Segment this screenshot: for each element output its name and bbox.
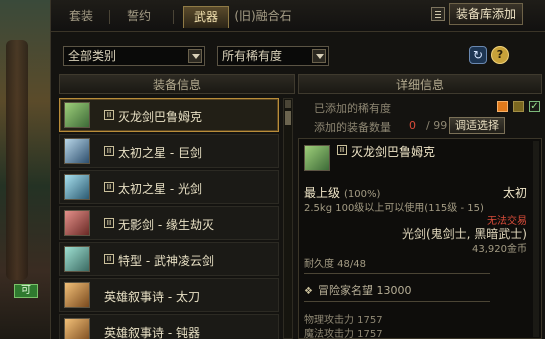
fame-icon: ❖ [304, 286, 313, 297]
equipment-list-title: 装备信息 [59, 74, 295, 94]
list-item[interactable]: 英雄叙事诗 - 钝器 [59, 314, 279, 339]
divider [304, 273, 490, 274]
weapon-thumbnail [64, 102, 90, 128]
tab-weapon[interactable]: 武器 [183, 6, 229, 28]
tier-tag: Ⅲ [104, 182, 114, 192]
item-tooltip: Ⅲ 灭龙剑巴鲁姆克 最上级 (100%) 太初 2.5kg 100级以上可以使用(… [298, 138, 542, 339]
added-count-row: 添加的装备数量 0 / 99 调适选择 [298, 116, 542, 136]
grade-label: 最上级 [304, 186, 341, 200]
item-name: 无影剑 - 缘生劫灭 [118, 218, 214, 232]
list-item[interactable]: Ⅲ 无影剑 - 缘生劫灭 [59, 206, 279, 240]
weapon-thumbnail [64, 138, 90, 164]
added-count-value: 0 [409, 119, 416, 132]
chevron-down-icon[interactable] [188, 49, 202, 63]
tier-tag: Ⅲ [337, 145, 347, 155]
help-icon[interactable]: ? [491, 46, 509, 64]
list-item[interactable]: Ⅲ 灭龙剑巴鲁姆克 [59, 98, 279, 132]
item-name: 太初之星 - 光剑 [118, 182, 202, 196]
tier-tag: Ⅲ [104, 146, 114, 156]
tier-tag: Ⅲ [104, 254, 114, 264]
added-rarity-row: 已添加的稀有度 ✓ [298, 98, 542, 116]
list-item[interactable]: Ⅲ 太初之星 - 光剑 [59, 170, 279, 204]
tab-divider [109, 10, 110, 24]
tab-divider [173, 10, 174, 24]
refresh-icon[interactable]: ↻ [469, 46, 487, 64]
equipment-library-window: 套装 誓约 武器 (旧)融合石 装备库添加 全部类别 所有稀有度 ↻ ? 装备信… [50, 0, 545, 339]
sell-price: 43,920金币 [472, 244, 527, 255]
category-select-value: 全部类别 [68, 49, 117, 63]
weight-level-text: 2.5kg 100级以上可以使用(115级 - 15) [304, 203, 484, 214]
add-to-library-button[interactable]: 装备库添加 [449, 3, 523, 25]
item-name: 太初之星 - 巨剑 [118, 146, 202, 160]
detail-scrollbar[interactable] [533, 141, 539, 337]
magic-attack: 魔法攻击力 1757 [304, 329, 383, 339]
rarity-orange-checkbox[interactable] [497, 101, 508, 112]
detail-panel: 详细信息 已添加的稀有度 ✓ 添加的装备数量 0 / 99 调适选择 Ⅲ 灭龙剑… [298, 74, 542, 339]
scroll-up-arrow-icon[interactable] [285, 100, 291, 108]
filter-row: 全部类别 所有稀有度 ↻ ? [51, 32, 545, 72]
detail-item-name: 灭龙剑巴鲁姆克 [351, 145, 436, 159]
tier-tag: Ⅲ [104, 110, 114, 120]
rarity-select-value: 所有稀有度 [222, 49, 283, 63]
added-count-label: 添加的装备数量 [314, 121, 391, 134]
list-item[interactable]: Ⅲ 太初之星 - 巨剑 [59, 134, 279, 168]
set-name: 太初 [502, 186, 527, 200]
added-rarity-label: 已添加的稀有度 [314, 102, 391, 115]
rarity-olive-checkbox[interactable] [513, 101, 524, 112]
list-item[interactable]: Ⅲ 特型 - 武神凌云剑 [59, 242, 279, 276]
physical-attack: 物理攻击力 1757 [304, 315, 383, 326]
tab-fusion-stone[interactable]: (旧)融合石 [231, 6, 295, 28]
rarity-select[interactable]: 所有稀有度 [217, 46, 329, 66]
durability: 耐久度 48/48 [304, 259, 366, 270]
fame-value: 冒险家名望 13000 [318, 284, 412, 297]
adjust-selection-button[interactable]: 调适选择 [449, 117, 505, 134]
weapon-thumbnail [64, 210, 90, 236]
tree-trunk-decoration [6, 40, 28, 280]
list-item[interactable]: 英雄叙事诗 - 太刀 [59, 278, 279, 312]
tier-tag: Ⅲ [104, 218, 114, 228]
category-select[interactable]: 全部类别 [63, 46, 205, 66]
item-name: 特型 - 武神凌云剑 [118, 254, 214, 268]
list-scrollbar[interactable] [283, 98, 293, 339]
fame-row: ❖ 冒险家名望 13000 [304, 282, 412, 298]
added-count-max: / 99 [426, 119, 448, 132]
equipment-list: Ⅲ 灭龙剑巴鲁姆克 Ⅲ 太初之星 - 巨剑 Ⅲ 太初之星 - 光剑 Ⅲ 无影剑 … [59, 98, 281, 339]
chevron-down-icon[interactable] [312, 49, 326, 63]
detail-panel-title: 详细信息 [298, 74, 542, 94]
check-icon[interactable]: ✓ [529, 101, 540, 112]
item-name: 英雄叙事诗 - 钝器 [104, 326, 200, 339]
tab-oath[interactable]: 誓约 [117, 6, 161, 28]
list-menu-icon[interactable] [431, 7, 445, 21]
tab-set[interactable]: 套装 [59, 6, 103, 28]
scroll-thumb[interactable] [285, 111, 291, 125]
item-name: 灭龙剑巴鲁姆克 [118, 110, 203, 124]
weapon-thumbnail [64, 282, 90, 308]
weapon-thumbnail [64, 246, 90, 272]
equipment-list-panel: 装备信息 Ⅲ 灭龙剑巴鲁姆克 Ⅲ 太初之星 - 巨剑 Ⅲ 太初之星 - 光剑 Ⅲ… [59, 74, 295, 339]
tab-bar: 套装 誓约 武器 (旧)融合石 装备库添加 [51, 0, 545, 32]
weapon-thumbnail [64, 174, 90, 200]
weapon-thumbnail [64, 318, 90, 339]
side-badge[interactable]: 可 [14, 284, 38, 298]
background-scenery: 可 [0, 0, 52, 339]
weapon-thumbnail [304, 145, 330, 171]
item-name: 英雄叙事诗 - 太刀 [104, 290, 200, 304]
divider [304, 301, 490, 302]
